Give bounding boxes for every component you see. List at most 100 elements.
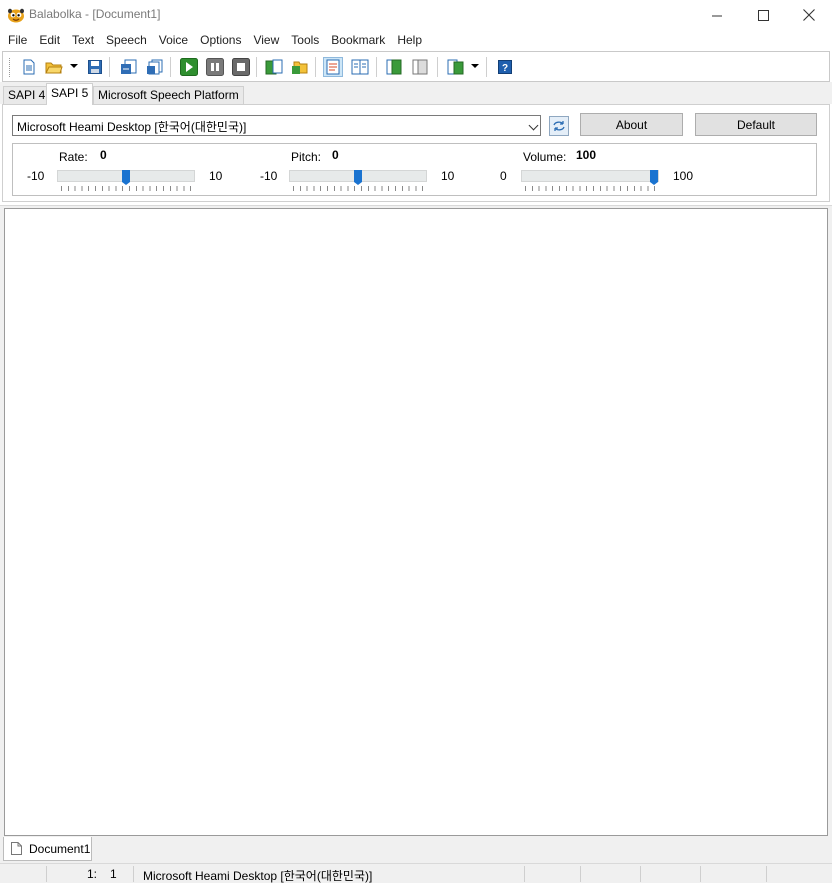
bookmarks-button[interactable]: [446, 57, 466, 77]
menu-help[interactable]: Help: [391, 30, 428, 50]
volume-slider-thumb[interactable]: [650, 170, 658, 185]
engine-tab-strip: SAPI 4 SAPI 5 Microsoft Speech Platform: [0, 82, 832, 105]
volume-slider-ticks: [525, 186, 658, 191]
document-tab[interactable]: Document1: [3, 837, 92, 861]
rate-max-label: 10: [209, 169, 223, 183]
status-divider: [766, 866, 767, 882]
maximize-icon: [757, 9, 769, 21]
read-file-icon: [292, 61, 308, 74]
split-view-button[interactable]: [350, 57, 370, 77]
rate-value: 0: [100, 148, 107, 162]
rate-slider[interactable]: [57, 170, 195, 185]
menu-bookmark[interactable]: Bookmark: [325, 30, 391, 50]
status-divider: [524, 866, 525, 882]
pitch-slider-ticks: [293, 186, 426, 191]
status-divider: [580, 866, 581, 882]
save-button[interactable]: [85, 57, 105, 77]
pause-icon: [206, 58, 224, 76]
toolbar: ?: [2, 51, 830, 82]
bookmarks-dropdown-arrow[interactable]: [471, 64, 479, 68]
voice-select[interactable]: Microsoft Heami Desktop [한국어(대한민국)]: [12, 115, 541, 136]
refresh-voices-button[interactable]: [549, 116, 569, 136]
toolbar-separator: [109, 57, 110, 77]
toolbar-separator: [315, 57, 316, 77]
status-divider: [640, 866, 641, 882]
text-view-icon: [326, 59, 340, 75]
maximize-button[interactable]: [740, 0, 786, 30]
split-view-icon: [351, 59, 369, 75]
dictionary-add-button[interactable]: [384, 57, 404, 77]
toolbar-grip[interactable]: [9, 58, 11, 77]
voice-parameters-group: Rate: 0 -10 10 Pitch: 0 -10 10 Volume: 1…: [12, 143, 817, 196]
export-audio-button[interactable]: [119, 57, 139, 77]
about-button[interactable]: About: [580, 113, 683, 136]
read-file-button[interactable]: [290, 57, 310, 77]
text-view-button[interactable]: [323, 57, 343, 77]
rate-slider-ticks: [61, 186, 194, 191]
read-clipboard-button[interactable]: [264, 57, 284, 77]
play-button[interactable]: [179, 57, 199, 77]
dictionary-icon: [412, 59, 428, 75]
default-button[interactable]: Default: [695, 113, 817, 136]
toolbar-separator: [486, 57, 487, 77]
bookmarks-icon: [447, 59, 464, 75]
voice-panel: Microsoft Heami Desktop [한국어(대한민국)] Abou…: [2, 104, 830, 202]
status-line: 1:: [87, 867, 98, 881]
menu-text[interactable]: Text: [66, 30, 100, 50]
batch-convert-icon: [147, 59, 163, 75]
menu-tools[interactable]: Tools: [285, 30, 325, 50]
menu-edit[interactable]: Edit: [33, 30, 66, 50]
window-title: Balabolka - [Document1]: [29, 7, 161, 21]
dictionary-add-icon: [386, 59, 402, 75]
toolbar-separator: [376, 57, 377, 77]
toolbar-separator: [170, 57, 171, 77]
text-editor[interactable]: [4, 208, 828, 836]
close-button[interactable]: [786, 0, 832, 30]
pause-button[interactable]: [205, 57, 225, 77]
batch-convert-button[interactable]: [145, 57, 165, 77]
balabolka-logo-icon: [7, 7, 25, 23]
toolbar-separator: [437, 57, 438, 77]
volume-label: Volume:: [523, 150, 567, 164]
tab-sapi5[interactable]: SAPI 5: [46, 83, 94, 105]
stop-icon: [232, 58, 250, 76]
play-icon: [180, 58, 198, 76]
minimize-button[interactable]: [694, 0, 740, 30]
pitch-min-label: -10: [260, 169, 278, 183]
volume-max-label: 100: [673, 169, 694, 183]
open-dropdown-arrow[interactable]: [70, 64, 78, 68]
status-voice: Microsoft Heami Desktop [한국어(대한민국)]: [143, 869, 373, 883]
open-button[interactable]: [44, 57, 64, 77]
open-folder-icon: [45, 62, 63, 74]
pitch-label: Pitch:: [291, 150, 322, 164]
menu-bar: File Edit Text Speech Voice Options View…: [0, 30, 832, 50]
save-icon: [88, 60, 102, 74]
status-column: 1: [110, 867, 117, 881]
new-document-button[interactable]: [19, 57, 39, 77]
dictionary-button[interactable]: [410, 57, 430, 77]
read-clipboard-icon: [265, 59, 283, 75]
rate-label: Rate:: [59, 150, 88, 164]
document-icon: [11, 842, 22, 855]
svg-text:?: ?: [502, 63, 508, 74]
export-audio-icon: [121, 59, 137, 74]
tab-sapi4[interactable]: SAPI 4: [3, 86, 51, 104]
rate-slider-thumb[interactable]: [122, 170, 130, 185]
help-button[interactable]: ?: [495, 57, 515, 77]
status-bar: 1: 1 Microsoft Heami Desktop [한국어(대한민국)]: [0, 863, 832, 883]
help-icon: ?: [498, 60, 512, 74]
status-divider: [133, 866, 134, 882]
pitch-slider-thumb[interactable]: [354, 170, 362, 185]
menu-speech[interactable]: Speech: [100, 30, 153, 50]
pitch-slider[interactable]: [289, 170, 427, 185]
menu-view[interactable]: View: [247, 30, 285, 50]
toolbar-separator: [256, 57, 257, 77]
close-icon: [803, 9, 815, 21]
stop-button[interactable]: [231, 57, 251, 77]
menu-file[interactable]: File: [2, 30, 33, 50]
volume-slider[interactable]: [521, 170, 659, 185]
tab-speech-platform[interactable]: Microsoft Speech Platform: [93, 86, 244, 104]
document-tab-label: Document1: [29, 841, 91, 856]
menu-options[interactable]: Options: [194, 30, 247, 50]
menu-voice[interactable]: Voice: [153, 30, 194, 50]
